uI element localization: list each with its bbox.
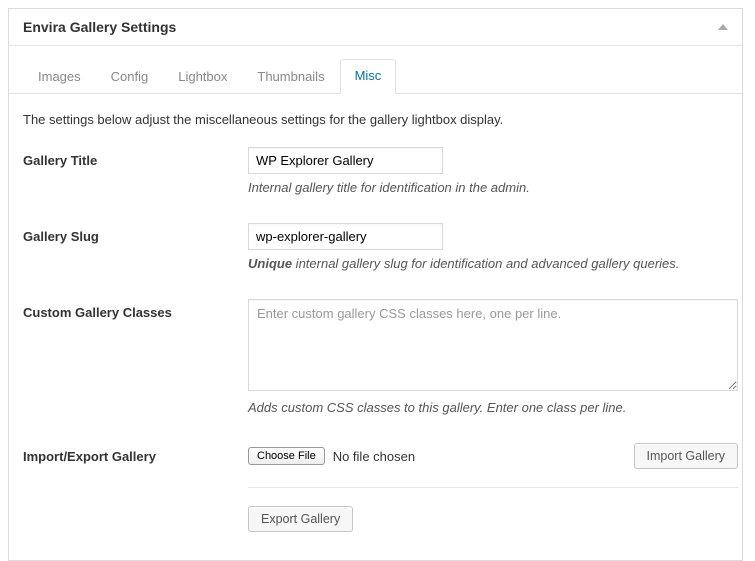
label-gallery-classes: Custom Gallery Classes <box>23 299 248 320</box>
export-gallery-button[interactable]: Export Gallery <box>248 506 353 532</box>
tab-thumbnails[interactable]: Thumbnails <box>242 60 339 94</box>
file-status: No file chosen <box>333 449 415 464</box>
row-import-export: Import/Export Gallery Choose File No fil… <box>23 443 728 532</box>
tab-config[interactable]: Config <box>96 60 164 94</box>
settings-panel: Envira Gallery Settings Images Config Li… <box>8 8 743 561</box>
import-gallery-button[interactable]: Import Gallery <box>634 443 739 469</box>
textarea-gallery-classes[interactable] <box>248 299 738 391</box>
row-gallery-classes: Custom Gallery Classes Adds custom CSS c… <box>23 299 728 437</box>
input-gallery-slug[interactable] <box>248 223 443 250</box>
field-import-export: Choose File No file chosen Import Galler… <box>248 443 738 532</box>
help-slug-strong: Unique <box>248 256 292 271</box>
panel-title: Envira Gallery Settings <box>23 19 176 35</box>
input-gallery-title[interactable] <box>248 147 443 174</box>
help-gallery-title: Internal gallery title for identificatio… <box>248 180 728 195</box>
import-row: Choose File No file chosen Import Galler… <box>248 443 738 488</box>
field-gallery-title: Internal gallery title for identificatio… <box>248 147 728 217</box>
panel-body: The settings below adjust the miscellane… <box>9 94 742 560</box>
help-gallery-slug: Unique internal gallery slug for identif… <box>248 256 728 271</box>
collapse-icon[interactable] <box>718 24 728 30</box>
row-gallery-slug: Gallery Slug Unique internal gallery slu… <box>23 223 728 293</box>
tab-misc[interactable]: Misc <box>340 59 397 94</box>
choose-file-button[interactable]: Choose File <box>248 447 325 465</box>
intro-text: The settings below adjust the miscellane… <box>23 112 728 127</box>
label-import-export: Import/Export Gallery <box>23 443 248 464</box>
field-gallery-classes: Adds custom CSS classes to this gallery.… <box>248 299 738 437</box>
panel-header[interactable]: Envira Gallery Settings <box>9 9 742 46</box>
tab-lightbox[interactable]: Lightbox <box>163 60 242 94</box>
tabs: Images Config Lightbox Thumbnails Misc <box>9 46 742 94</box>
help-slug-rest: internal gallery slug for identification… <box>292 256 679 271</box>
label-gallery-title: Gallery Title <box>23 147 248 168</box>
label-gallery-slug: Gallery Slug <box>23 223 248 244</box>
help-gallery-classes: Adds custom CSS classes to this gallery.… <box>248 400 738 415</box>
field-gallery-slug: Unique internal gallery slug for identif… <box>248 223 728 293</box>
row-gallery-title: Gallery Title Internal gallery title for… <box>23 147 728 217</box>
tab-images[interactable]: Images <box>23 60 96 94</box>
